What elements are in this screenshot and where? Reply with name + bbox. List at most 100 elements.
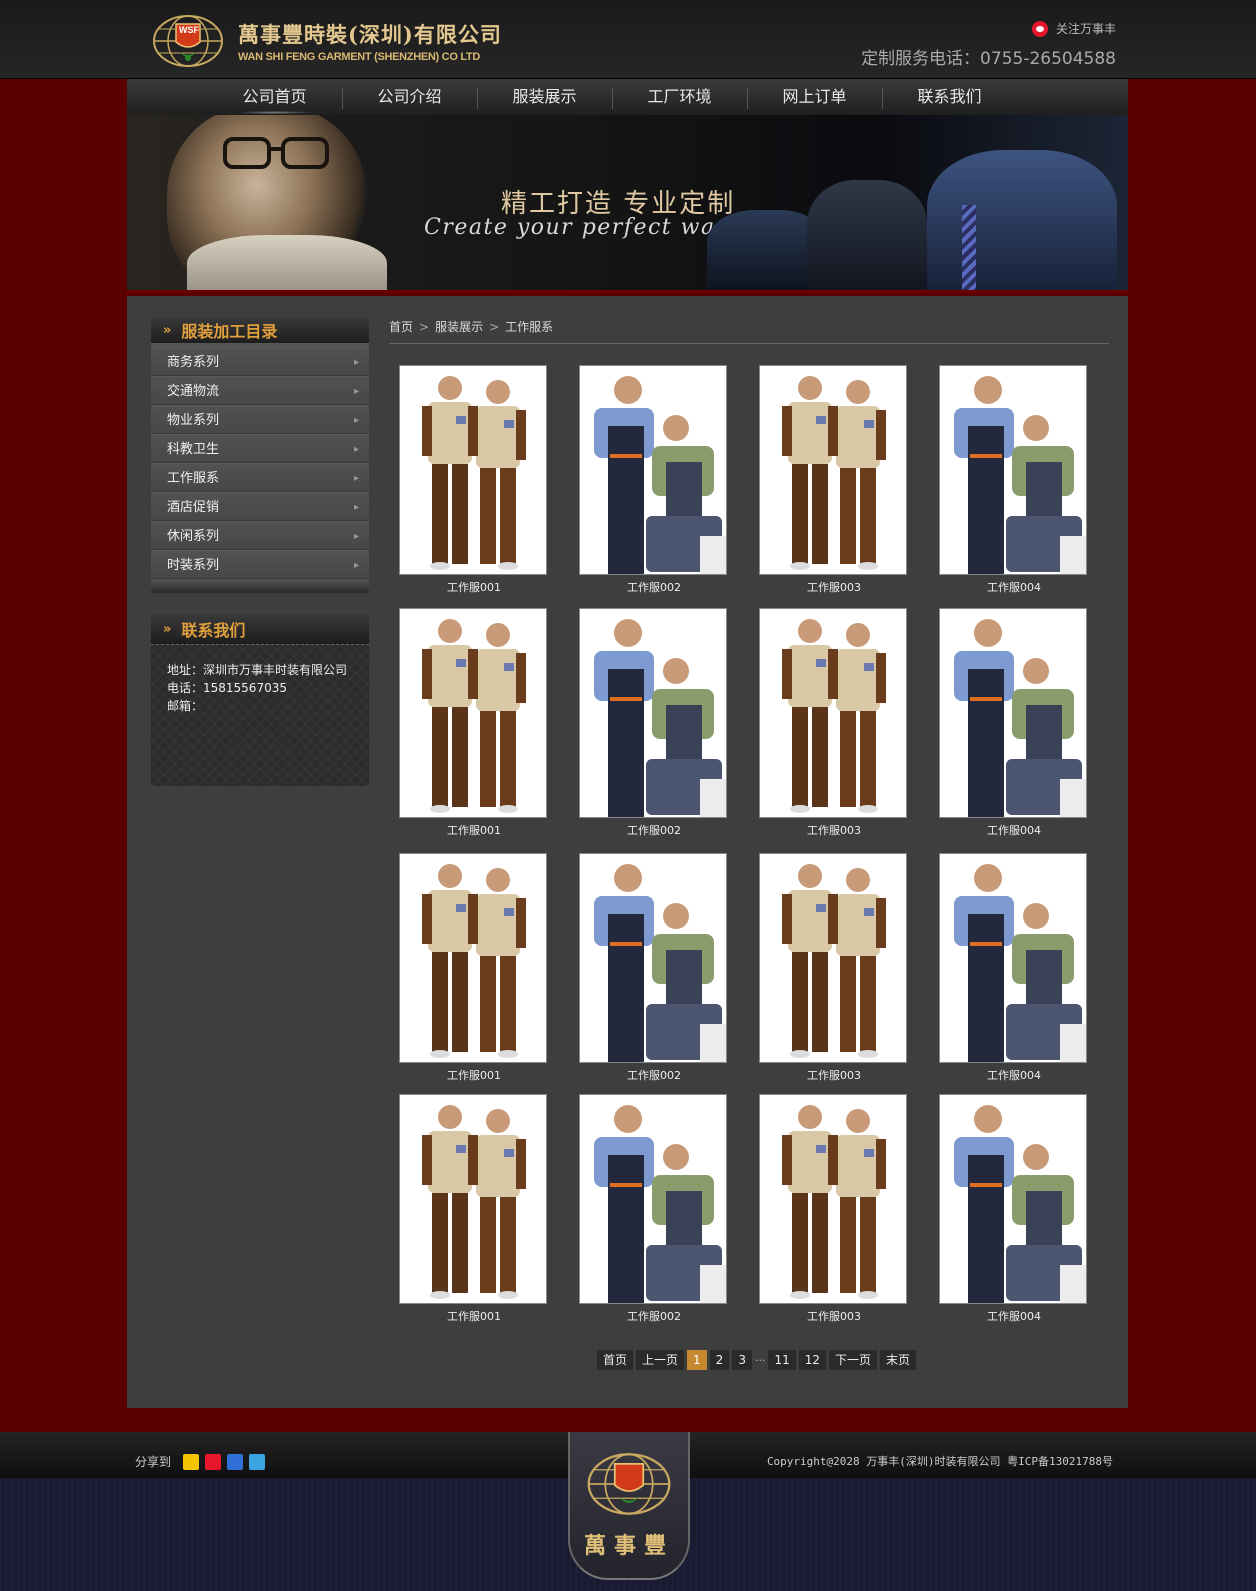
product-thumbnail[interactable] — [759, 1094, 907, 1304]
breadcrumb-showcase[interactable]: 服装展示 — [435, 320, 483, 334]
product-caption[interactable]: 工作服001 — [399, 822, 549, 838]
page-number[interactable]: 3 — [732, 1350, 752, 1370]
product-card[interactable]: 工作服002 — [579, 608, 729, 838]
page-number[interactable]: 12 — [798, 1350, 827, 1370]
product-thumbnail[interactable] — [759, 365, 907, 575]
baidu-icon[interactable] — [227, 1453, 244, 1470]
product-card[interactable]: 工作服003 — [759, 365, 909, 595]
product-card[interactable]: 工作服002 — [579, 853, 729, 1083]
product-caption[interactable]: 工作服001 — [399, 1067, 549, 1083]
follow-link[interactable]: 关注万事丰 — [1031, 20, 1116, 37]
product-caption[interactable]: 工作服001 — [399, 1308, 549, 1324]
category-item[interactable]: 酒店促销 ▸ — [151, 492, 369, 521]
product-thumbnail[interactable] — [939, 608, 1087, 818]
chevron-right-icon: > — [489, 320, 500, 334]
page-number[interactable]: 11 — [768, 1350, 796, 1370]
product-thumbnail[interactable] — [579, 1094, 727, 1304]
product-thumbnail[interactable] — [399, 1094, 547, 1304]
category-label: 工作服系 — [167, 471, 220, 486]
category-item[interactable]: 物业系列 ▸ — [151, 405, 369, 434]
product-thumbnail[interactable] — [579, 608, 727, 818]
product-card[interactable]: 工作服001 — [399, 365, 549, 595]
product-thumbnail[interactable] — [939, 1094, 1087, 1304]
product-caption[interactable]: 工作服004 — [939, 579, 1089, 595]
category-item[interactable]: 休闲系列 ▸ — [151, 521, 369, 550]
arrow-right-icon: ▸ — [353, 560, 359, 571]
nav-contact[interactable]: 联系我们 — [882, 79, 1017, 115]
category-label: 商务系列 — [167, 355, 220, 370]
product-card[interactable]: 工作服002 — [579, 365, 729, 595]
product-thumbnail[interactable] — [759, 608, 907, 818]
product-card[interactable]: 工作服001 — [399, 1094, 549, 1324]
category-item[interactable]: 科教卫生 ▸ — [151, 434, 369, 463]
product-caption[interactable]: 工作服002 — [579, 1308, 729, 1324]
product-caption[interactable]: 工作服002 — [579, 1067, 729, 1083]
contact-address: 地址：深圳市万事丰时装有限公司 — [167, 663, 348, 677]
product-thumbnail[interactable] — [939, 853, 1087, 1063]
contact-phone: 电话：15815567035 — [167, 681, 287, 695]
nav-home[interactable]: 公司首页 — [207, 79, 342, 115]
product-card[interactable]: 工作服004 — [939, 1094, 1089, 1324]
product-thumbnail[interactable] — [579, 365, 727, 575]
product-thumbnail[interactable] — [399, 365, 547, 575]
product-caption[interactable]: 工作服003 — [759, 579, 909, 595]
sina-weibo-icon[interactable] — [205, 1453, 222, 1470]
double-chevron-icon: » — [163, 322, 172, 338]
product-card[interactable]: 工作服004 — [939, 853, 1089, 1083]
share-bar: 分享到 — [135, 1453, 266, 1470]
product-thumbnail[interactable] — [399, 853, 547, 1063]
company-name-en: WAN SHI FENG GARMENT (SHENZHEN) CO LTD — [238, 51, 480, 63]
page-number[interactable]: 2 — [709, 1350, 730, 1370]
product-card[interactable]: 工作服003 — [759, 853, 909, 1083]
breadcrumb-home[interactable]: 首页 — [389, 320, 413, 334]
product-thumbnail[interactable] — [399, 608, 547, 818]
copyright: Copyright@2028 万事丰(深圳)时装有限公司 粤ICP备130217… — [766, 1455, 1113, 1468]
contact-info: 地址：深圳市万事丰时装有限公司 电话：15815567035 邮箱： — [151, 644, 369, 786]
product-caption[interactable]: 工作服004 — [939, 1308, 1089, 1324]
category-label: 科教卫生 — [167, 442, 220, 457]
tencent-weibo-icon[interactable] — [249, 1453, 266, 1470]
qzone-icon[interactable] — [183, 1453, 200, 1470]
arrow-right-icon: ▸ — [353, 531, 359, 542]
page-next[interactable]: 下一页 — [829, 1350, 878, 1370]
nav-showcase[interactable]: 服装展示 — [477, 79, 612, 115]
product-thumbnail[interactable] — [759, 853, 907, 1063]
product-caption[interactable]: 工作服003 — [759, 822, 909, 838]
category-item[interactable]: 时装系列 ▸ — [151, 550, 369, 579]
product-caption[interactable]: 工作服002 — [579, 822, 729, 838]
catalog-header: » 服装加工目录 — [151, 317, 369, 347]
product-card[interactable]: 工作服002 — [579, 1094, 729, 1324]
product-caption[interactable]: 工作服002 — [579, 579, 729, 595]
category-item[interactable]: 交通物流 ▸ — [151, 376, 369, 405]
product-thumbnail[interactable] — [939, 365, 1087, 575]
double-chevron-icon: » — [163, 621, 172, 637]
nav-factory[interactable]: 工厂环境 — [612, 79, 747, 115]
category-item[interactable]: 工作服系 ▸ — [151, 463, 369, 492]
category-item[interactable]: 商务系列 ▸ — [151, 347, 369, 376]
logo[interactable]: WSF 萬事豐時裝(深圳)有限公司 WAN SHI FENG GARMENT (… — [152, 14, 502, 68]
product-card[interactable]: 工作服004 — [939, 365, 1089, 595]
arrow-right-icon: ▸ — [353, 502, 359, 513]
product-thumbnail[interactable] — [579, 853, 727, 1063]
product-card[interactable]: 工作服001 — [399, 853, 549, 1083]
product-caption[interactable]: 工作服003 — [759, 1308, 909, 1324]
breadcrumb-current[interactable]: 工作服系 — [505, 320, 553, 334]
product-caption[interactable]: 工作服003 — [759, 1067, 909, 1083]
product-caption[interactable]: 工作服001 — [399, 579, 549, 595]
product-card[interactable]: 工作服001 — [399, 608, 549, 838]
product-card[interactable]: 工作服003 — [759, 608, 909, 838]
nav-about[interactable]: 公司介绍 — [342, 79, 477, 115]
product-card[interactable]: 工作服004 — [939, 608, 1089, 838]
page-prev[interactable]: 上一页 — [636, 1350, 685, 1370]
pagination: 首页 上一页 1 2 3 ··· 11 12 下一页 末页 — [597, 1350, 917, 1370]
page-number-current[interactable]: 1 — [687, 1350, 707, 1370]
page-first[interactable]: 首页 — [597, 1350, 634, 1370]
nav-order[interactable]: 网上订单 — [747, 79, 882, 115]
product-caption[interactable]: 工作服004 — [939, 822, 1089, 838]
arrow-right-icon: ▸ — [353, 444, 359, 455]
page-last[interactable]: 末页 — [880, 1350, 917, 1370]
product-caption[interactable]: 工作服004 — [939, 1067, 1089, 1083]
product-card[interactable]: 工作服003 — [759, 1094, 909, 1324]
category-label: 物业系列 — [167, 413, 220, 428]
category-label: 交通物流 — [167, 384, 220, 399]
